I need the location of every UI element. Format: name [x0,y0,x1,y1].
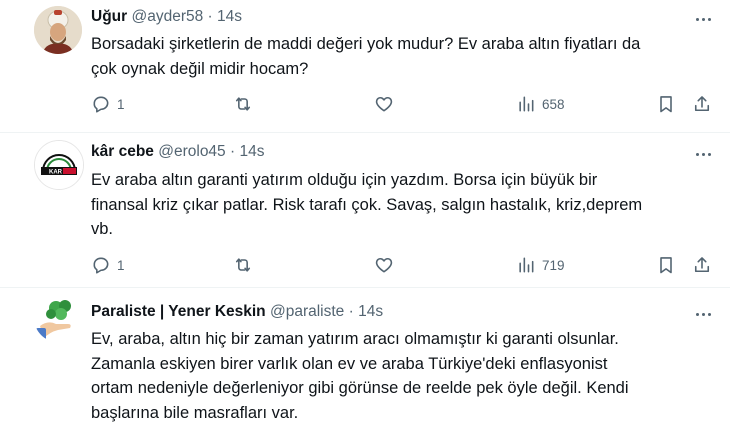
views-icon [516,255,536,275]
bookmark-icon [656,94,676,114]
reply-button[interactable]: 1 [91,253,125,277]
avatar-paraliste[interactable] [34,294,82,342]
avatar-logo-text: KAR [49,170,63,176]
timestamp[interactable]: 14s [239,143,264,160]
tweet-header: Paraliste | Yener Keskin @paraliste · 14… [91,302,383,322]
display-name[interactable]: kâr cebe [91,143,154,160]
retweet-icon [233,255,253,275]
avatar-image [34,294,82,342]
share-button[interactable] [692,92,712,116]
more-icon[interactable] [692,144,714,164]
reply-count: 1 [117,97,125,112]
tweet-divider [0,132,730,133]
reply-icon [91,94,111,114]
user-handle[interactable]: @paraliste [270,303,344,320]
separator-dot: · [230,143,235,160]
like-icon [374,94,394,114]
bookmark-icon [656,255,676,275]
tweet-text-line: finansal kriz çıkar patlar. Risk tarafı … [91,193,721,218]
views-icon [516,94,536,114]
share-icon [692,255,712,275]
avatar-logo: KAR [35,141,83,189]
display-name[interactable]: Uğur [91,8,127,25]
more-icon[interactable] [692,304,714,324]
retweet-icon [233,94,253,114]
bookmark-button[interactable] [656,92,676,116]
tweet-divider [0,287,730,288]
views-button[interactable]: 719 [516,253,565,277]
retweet-button[interactable] [233,253,253,277]
tweet-text-line: Borsadaki şirketlerin de maddi değeri yo… [91,32,721,57]
views-count: 658 [542,97,565,112]
tweet-text-line: Zamanla eskiyen birer varlık olan ev ve … [91,352,721,377]
views-button[interactable]: 658 [516,92,565,116]
avatar-image [34,6,82,54]
tweet-text: Borsadaki şirketlerin de maddi değeri yo… [91,32,721,81]
retweet-button[interactable] [233,92,253,116]
tweet-text-line: Ev araba altın garanti yatırım olduğu iç… [91,168,721,193]
tweet-text-line: vb. [91,217,721,242]
tweet-text-line: Ev, araba, altın hiç bir zaman yatırım a… [91,327,721,352]
separator-dot: · [208,8,213,25]
tweet-header: kâr cebe @erolo45 · 14s [91,142,264,162]
avatar-kar-cebe[interactable]: KAR [34,140,84,190]
timestamp[interactable]: 14s [358,303,383,320]
bookmark-button[interactable] [656,253,676,277]
tweet-text-line: ortam nedeniyle değerleniyor gibi görüns… [91,376,721,401]
timestamp[interactable]: 14s [217,8,242,25]
like-button[interactable] [374,92,394,116]
like-icon [374,255,394,275]
tweet-text: Ev, araba, altın hiç bir zaman yatırım a… [91,327,721,425]
views-count: 719 [542,258,565,273]
tweet-header: Uğur @ayder58 · 14s [91,7,242,27]
reply-button[interactable]: 1 [91,92,125,116]
tweet-actions: 1 658 [91,92,721,116]
reply-icon [91,255,111,275]
more-icon[interactable] [692,9,714,29]
display-name[interactable]: Paraliste | Yener Keskin [91,303,266,320]
tweet-actions: 1 719 [91,253,721,277]
share-icon [692,94,712,114]
tweet-text-line: başlarına bile masrafları var. [91,401,721,425]
user-handle[interactable]: @erolo45 [158,143,225,160]
like-button[interactable] [374,253,394,277]
reply-count: 1 [117,258,125,273]
tweet-text: Ev araba altın garanti yatırım olduğu iç… [91,168,721,242]
avatar-ugur[interactable] [34,6,82,54]
user-handle[interactable]: @ayder58 [131,8,203,25]
tweet-text-line: çok oynak değil midir hocam? [91,57,721,82]
separator-dot: · [349,303,354,320]
share-button[interactable] [692,253,712,277]
